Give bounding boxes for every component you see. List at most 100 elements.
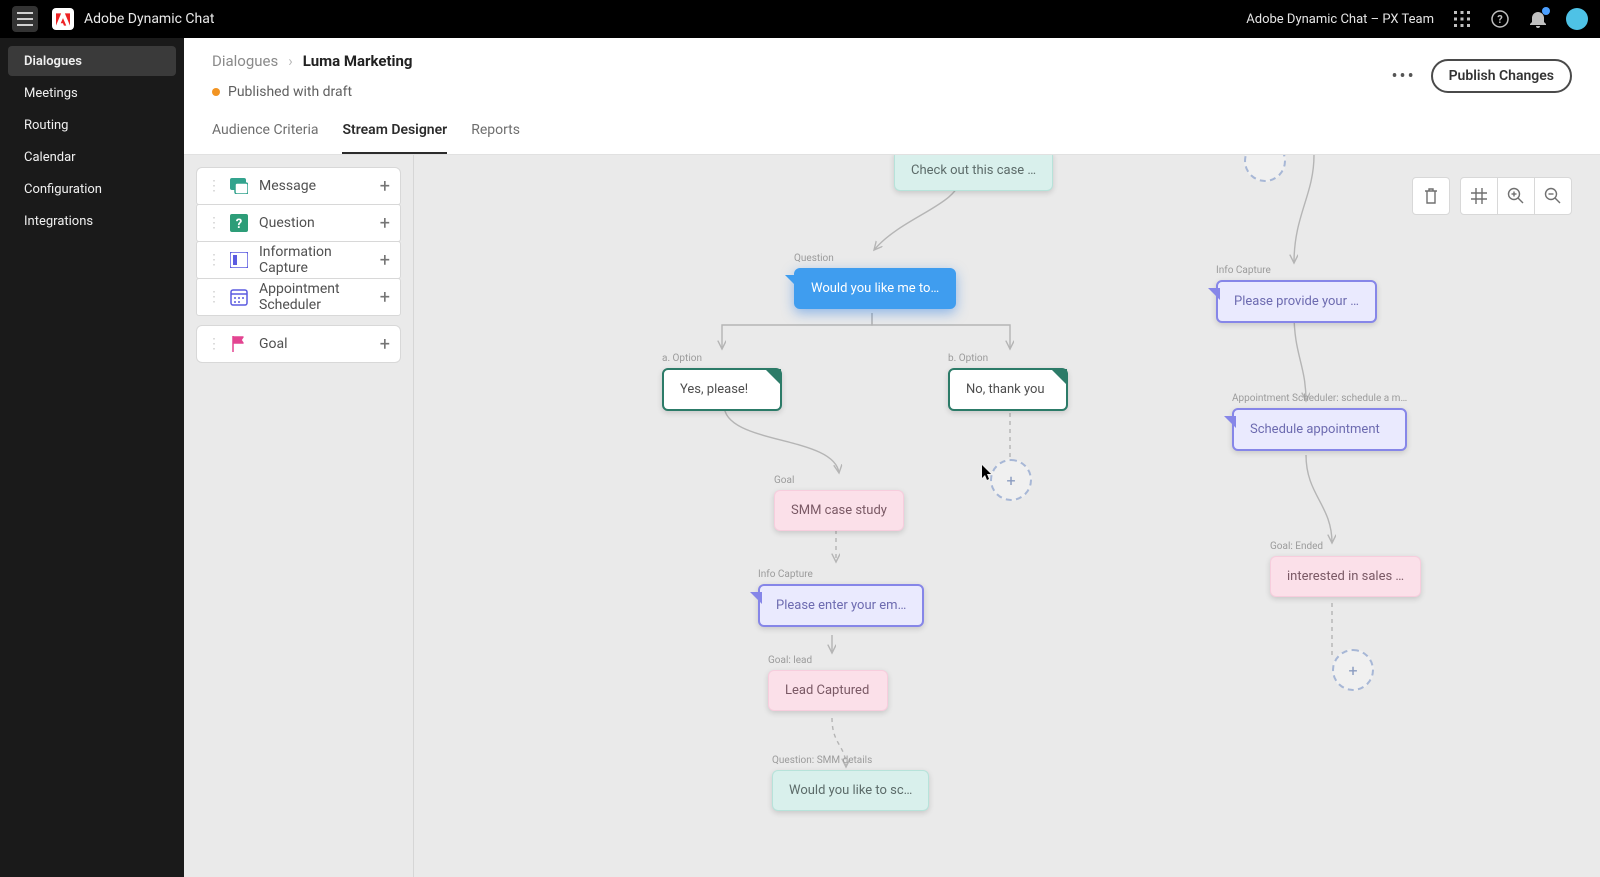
zoom-out-icon[interactable] <box>1534 177 1572 215</box>
side-nav: Dialogues Meetings Routing Calendar Conf… <box>0 38 184 877</box>
zoom-in-icon[interactable] <box>1497 177 1535 215</box>
adobe-logo-icon <box>52 8 74 30</box>
flag-icon <box>229 334 249 354</box>
calendar-icon <box>229 287 249 307</box>
app-name: Adobe Dynamic Chat <box>84 11 214 27</box>
page-header: Dialogues › Luma Marketing Published wit… <box>184 38 1600 155</box>
tab-reports[interactable]: Reports <box>471 114 520 154</box>
node-option-no[interactable]: b. Option No, thank you <box>948 353 1068 411</box>
node-type-label: Info Capture <box>758 569 924 580</box>
node-type-label: b. Option <box>948 353 1068 364</box>
svg-text:?: ? <box>236 217 242 232</box>
node-text: Would you like to sc… <box>772 770 929 811</box>
breadcrumb: Dialogues › Luma Marketing <box>212 52 413 70</box>
grid-tool-icon[interactable] <box>1460 177 1498 215</box>
question-icon: ? <box>229 213 249 233</box>
publish-status: Published with draft <box>212 84 413 100</box>
user-avatar[interactable] <box>1566 8 1588 30</box>
publish-button[interactable]: Publish Changes <box>1431 59 1572 93</box>
node-text: Check out this case … <box>894 155 1053 191</box>
help-icon[interactable]: ? <box>1490 9 1510 29</box>
tab-audience-criteria[interactable]: Audience Criteria <box>212 114 318 154</box>
node-type-label: Goal <box>774 475 904 486</box>
node-text: Please provide your … <box>1216 280 1377 323</box>
palette-item-message[interactable]: ⋮ Message + <box>196 167 401 205</box>
palette-item-label: Message <box>259 178 380 194</box>
palette-item-label: Question <box>259 215 380 231</box>
node-text: Yes, please! <box>662 368 782 411</box>
node-text: interested in sales … <box>1270 556 1421 597</box>
drag-handle-icon: ⋮ <box>207 178 221 194</box>
node-type-label: Info Capture <box>1216 265 1377 276</box>
node-question-like[interactable]: Question Would you like me to… <box>794 253 956 309</box>
node-type-label: a. Option <box>662 353 782 364</box>
palette-item-info-capture[interactable]: ⋮ Information Capture + <box>196 241 401 279</box>
status-text: Published with draft <box>228 84 352 100</box>
top-bar: Adobe Dynamic Chat Adobe Dynamic Chat – … <box>0 0 1600 38</box>
sidenav-item-integrations[interactable]: Integrations <box>8 206 176 236</box>
node-text: Please enter your em… <box>758 584 924 627</box>
notifications-icon[interactable] <box>1528 9 1548 29</box>
more-actions-icon[interactable]: ••• <box>1391 63 1417 89</box>
node-option-yes[interactable]: a. Option Yes, please! <box>662 353 782 411</box>
drag-handle-icon: ⋮ <box>207 289 221 305</box>
node-goal-smm[interactable]: Goal SMM case study <box>774 475 904 531</box>
svg-text:?: ? <box>1497 13 1503 26</box>
menu-toggle-icon[interactable] <box>12 6 38 32</box>
app-grid-icon[interactable] <box>1452 9 1472 29</box>
canvas-toolbar <box>1412 177 1572 215</box>
node-text: Lead Captured <box>768 670 888 711</box>
connectors <box>414 155 1600 877</box>
plus-icon: + <box>380 176 390 197</box>
node-type-label: Appointment Scheduler: schedule a m… <box>1232 393 1407 404</box>
chevron-right-icon: › <box>288 52 293 70</box>
node-type-label: Goal: lead <box>768 655 888 666</box>
drag-handle-icon: ⋮ <box>207 336 221 352</box>
breadcrumb-root[interactable]: Dialogues <box>212 52 278 70</box>
palette-item-question[interactable]: ⋮ ? Question + <box>196 204 401 242</box>
delete-tool-icon[interactable] <box>1412 177 1450 215</box>
plus-icon: + <box>380 213 390 234</box>
palette-item-goal[interactable]: ⋮ Goal + <box>196 325 401 363</box>
breadcrumb-current: Luma Marketing <box>303 52 413 70</box>
node-text: No, thank you <box>948 368 1068 411</box>
notification-dot-icon <box>1542 7 1550 15</box>
plus-icon: + <box>380 250 390 271</box>
node-goal-lead[interactable]: Goal: lead Lead Captured <box>768 655 888 711</box>
node-type-label: Goal: Ended <box>1270 541 1421 552</box>
node-question-smm[interactable]: Question: SMM details Would you like to … <box>772 755 929 811</box>
palette-item-appointment[interactable]: ⋮ Appointment Scheduler + <box>196 278 401 316</box>
node-text: Schedule appointment <box>1232 408 1407 451</box>
node-goal-interested[interactable]: Goal: Ended interested in sales … <box>1270 541 1421 597</box>
message-icon <box>229 176 249 196</box>
palette-item-label: Goal <box>259 336 380 352</box>
team-label: Adobe Dynamic Chat – PX Team <box>1246 12 1434 27</box>
sidenav-item-configuration[interactable]: Configuration <box>8 174 176 204</box>
add-node-placeholder[interactable]: + <box>990 459 1032 501</box>
node-text: SMM case study <box>774 490 904 531</box>
tab-stream-designer[interactable]: Stream Designer <box>342 114 447 154</box>
flow-canvas[interactable]: Check out this case … Question Would you… <box>414 155 1600 877</box>
node-appointment[interactable]: Appointment Scheduler: schedule a m… Sch… <box>1232 393 1407 451</box>
sidenav-item-dialogues[interactable]: Dialogues <box>8 46 176 76</box>
drag-handle-icon: ⋮ <box>207 252 221 268</box>
component-palette: ⋮ Message + ⋮ ? Question + ⋮ Information… <box>184 155 414 877</box>
palette-item-label: Appointment Scheduler <box>259 281 380 313</box>
node-info-provide[interactable]: Info Capture Please provide your … <box>1216 265 1377 323</box>
sidenav-item-meetings[interactable]: Meetings <box>8 78 176 108</box>
plus-icon: + <box>380 334 390 355</box>
add-node-placeholder[interactable]: + <box>1332 649 1374 691</box>
node-type-label: Question: SMM details <box>772 755 929 766</box>
node-message-case[interactable]: Check out this case … <box>894 155 1053 191</box>
palette-item-label: Information Capture <box>259 244 380 276</box>
sidenav-item-routing[interactable]: Routing <box>8 110 176 140</box>
drag-handle-icon: ⋮ <box>207 215 221 231</box>
sidenav-item-calendar[interactable]: Calendar <box>8 142 176 172</box>
plus-icon: + <box>380 287 390 308</box>
node-info-email[interactable]: Info Capture Please enter your em… <box>758 569 924 627</box>
tabs: Audience Criteria Stream Designer Report… <box>212 114 1572 154</box>
node-text: Would you like me to… <box>794 268 956 309</box>
status-dot-icon <box>212 88 220 96</box>
node-type-label: Question <box>794 253 956 264</box>
add-node-placeholder[interactable] <box>1244 155 1286 182</box>
